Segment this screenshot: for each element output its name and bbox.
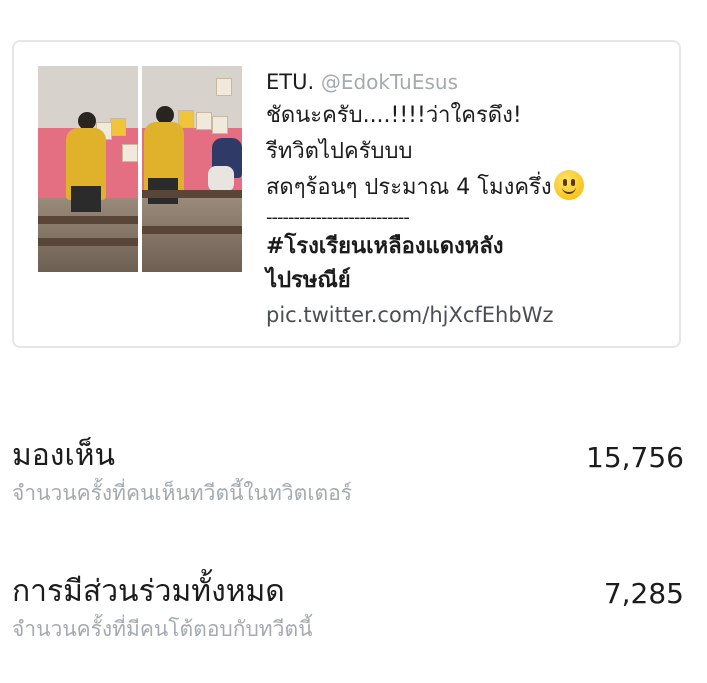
tweet-text-line: ชัดนะครับ....!!!!ว่าใครดึง! [266, 103, 522, 128]
photo-bench [38, 216, 138, 224]
author-handle: @EdokTuEsus [320, 70, 459, 94]
photo-bench [38, 238, 138, 246]
hashtag-text-line-1: #โรงเรียนเหลืองแดงหลัง [266, 234, 504, 259]
photo-poster [122, 144, 138, 162]
stat-title: มองเห็น [12, 438, 115, 473]
photo-floor [142, 198, 242, 272]
tweet-divider: -------------------------- [266, 207, 410, 228]
photo-bench [142, 226, 242, 234]
tweet-photo-1[interactable] [38, 66, 138, 272]
tweet-text-line: รีทวิตไปครับบบ [266, 139, 413, 164]
hashtag-link[interactable]: #โรงเรียนเหลืองแดงหลัง ไปรษณีย์ [266, 230, 671, 298]
pic-link[interactable]: pic.twitter.com/hjXcfEhbWz [266, 298, 671, 332]
photo-bench [142, 190, 242, 198]
stat-description: จำนวนครั้งที่คนเห็นทวีตนี้ในทวิตเตอร์ [12, 481, 353, 505]
photo-person-seated-shirt [208, 166, 234, 192]
stat-value: 7,285 [603, 577, 684, 610]
photo-poster [110, 118, 126, 136]
photo-poster [196, 112, 212, 130]
stat-description: จำนวนครั้งที่มีคนโต้ตอบกับทวีตนี้ [12, 617, 313, 641]
embedded-tweet-card[interactable]: ETU. @EdokTuEsus ชัดนะครับ....!!!!ว่าใคร… [12, 40, 681, 348]
stat-value: 15,756 [586, 441, 684, 474]
smiling-face-emoji-icon [553, 170, 584, 200]
tweet-author[interactable]: ETU. @EdokTuEsus [266, 66, 671, 98]
tweet-text-line: สดๆร้อนๆ ประมาณ 4 โมงครึ่ง [266, 170, 671, 206]
tweet-photo-2[interactable] [142, 66, 242, 272]
hashtag-text-line-2: ไปรษณีย์ [266, 268, 351, 293]
photo-person-legs [71, 186, 101, 212]
tweet-body: ETU. @EdokTuEsus ชัดนะครับ....!!!!ว่าใคร… [266, 66, 671, 332]
tweet-text-line-content: สดๆร้อนๆ ประมาณ 4 โมงครึ่ง [266, 175, 552, 200]
tweet-photos[interactable] [38, 66, 244, 272]
photo-poster [216, 78, 232, 96]
stat-title: การมีส่วนร่วมทั้งหมด [12, 574, 285, 609]
author-name: ETU. [266, 70, 315, 94]
photo-poster [212, 116, 228, 134]
